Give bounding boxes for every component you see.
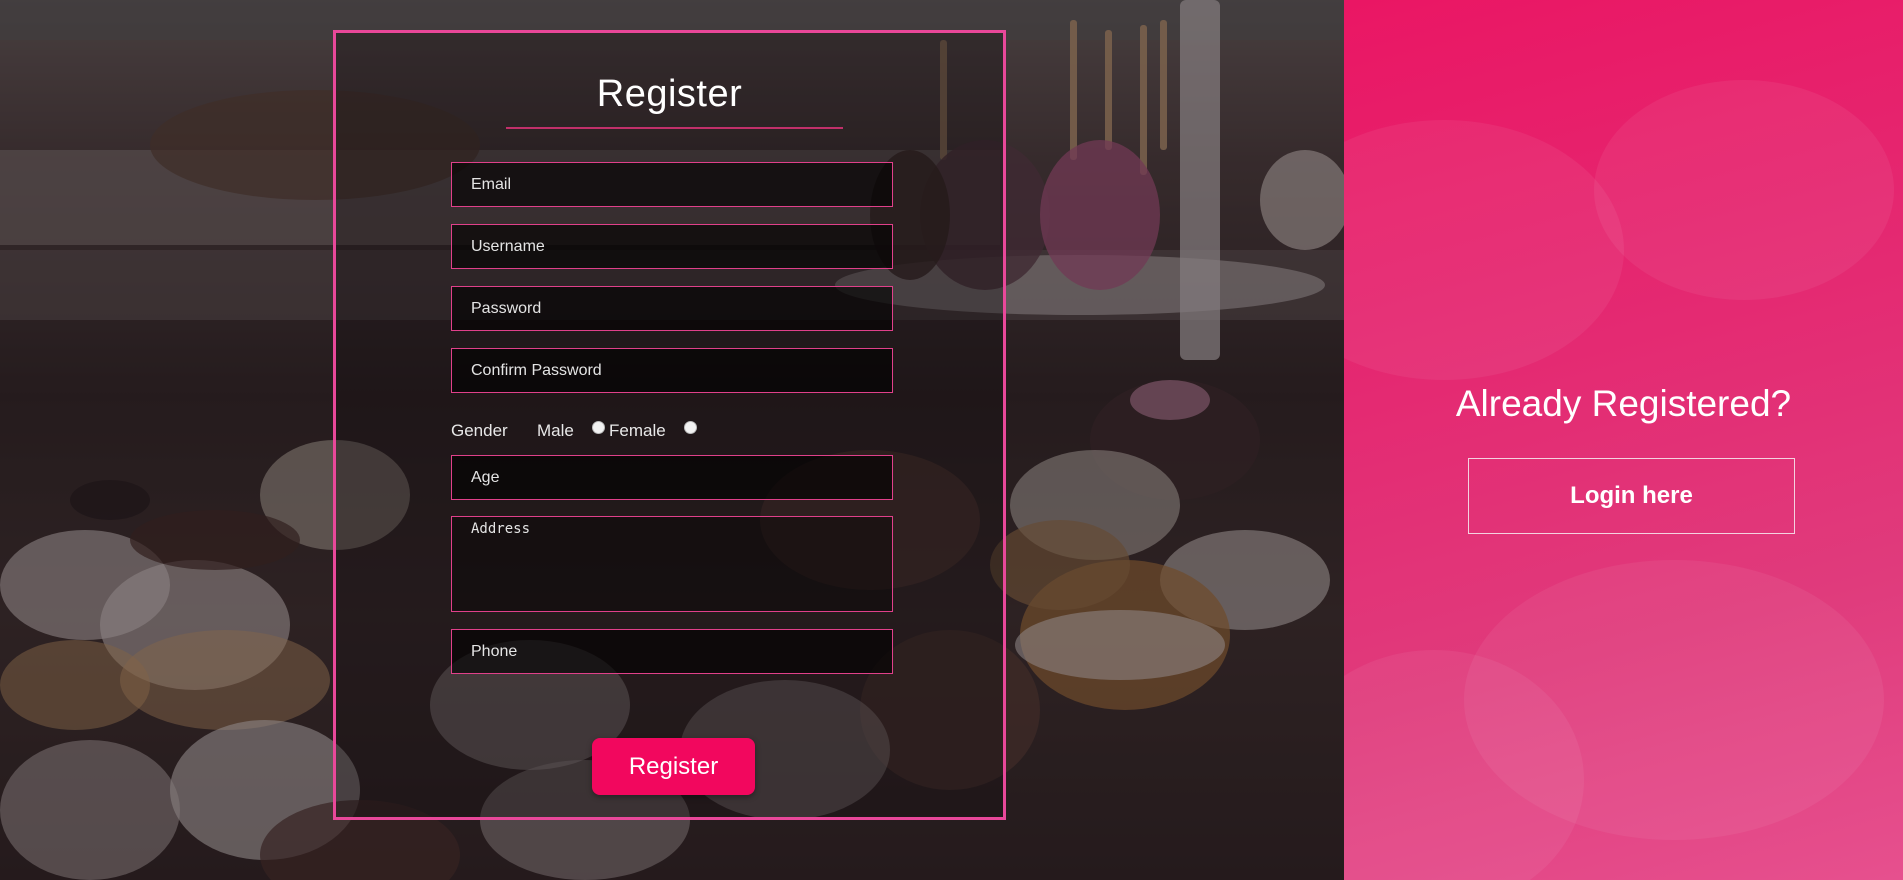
phone-input[interactable] xyxy=(451,629,893,674)
gender-label: Gender xyxy=(451,421,508,440)
email-input[interactable] xyxy=(451,162,893,207)
already-registered-heading: Already Registered? xyxy=(1455,383,1792,424)
username-input[interactable] xyxy=(451,224,893,269)
register-page: Register Gender Male Female Register Alr… xyxy=(0,0,1903,880)
gender-option-male-label: Male xyxy=(537,421,574,440)
address-textarea[interactable] xyxy=(451,516,893,612)
age-input[interactable] xyxy=(451,455,893,500)
gender-male-radio[interactable] xyxy=(592,421,605,434)
gender-option-female-label: Female xyxy=(609,421,666,440)
confirm-password-input[interactable] xyxy=(451,348,893,393)
form-title: Register xyxy=(596,73,743,115)
registration-form: Register Gender Male Female Register xyxy=(333,30,1006,820)
title-divider xyxy=(506,127,843,129)
gender-female-radio[interactable] xyxy=(684,421,697,434)
login-side-panel: Already Registered? Login here xyxy=(1344,0,1903,880)
login-button[interactable]: Login here xyxy=(1468,458,1795,534)
password-input[interactable] xyxy=(451,286,893,331)
register-button[interactable]: Register xyxy=(592,738,755,795)
